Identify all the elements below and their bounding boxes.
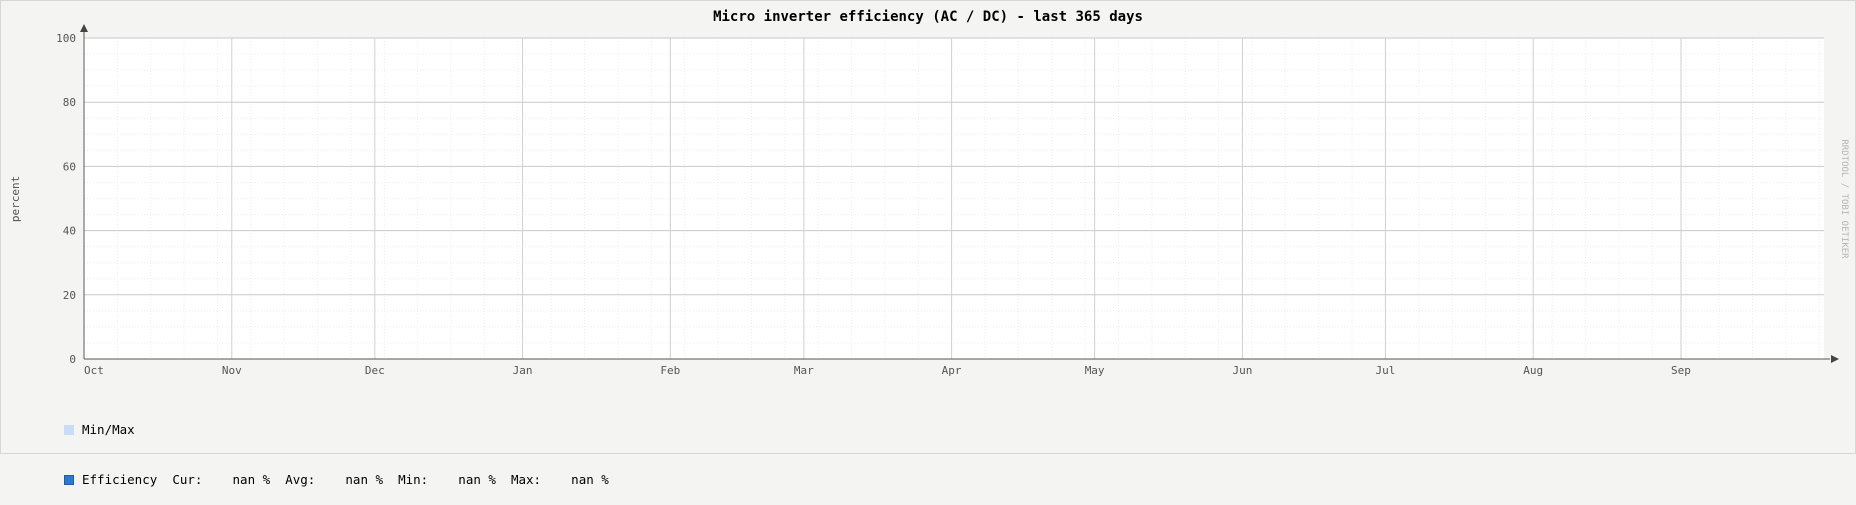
x-tick-label: Mar [794,364,814,377]
minmax-swatch [64,425,74,435]
x-tick-label: Nov [222,364,242,377]
y-tick-label: 60 [63,160,76,173]
y-tick-label: 0 [69,353,76,366]
efficiency-swatch [64,475,74,485]
y-tick-label: 80 [63,96,76,109]
legend: Min/Max Efficiency Cur: nan % Avg: nan %… [64,390,609,505]
x-tick-label: Jan [513,364,533,377]
plot-area [83,38,1824,359]
x-tick-label: Aug [1523,364,1543,377]
x-tick-label: Jun [1232,364,1252,377]
x-tick-label: Feb [660,364,680,377]
y-tick-label: 100 [56,32,76,45]
watermark: RRDTOOL / TOBI OETIKER [1839,139,1849,259]
x-tick-label: Dec [365,364,385,377]
chart-title: Micro inverter efficiency (AC / DC) - la… [713,9,1143,25]
y-axis-label: percent [9,176,22,222]
x-tick-label: May [1085,364,1105,377]
x-tick-label: Apr [942,364,962,377]
legend-minmax-label: Min/Max [82,422,135,437]
legend-item-minmax: Min/Max [64,420,609,440]
y-tick-label: 40 [63,225,76,238]
legend-item-efficiency: Efficiency Cur: nan % Avg: nan % Min: na… [64,470,609,490]
minor-gridlines [84,38,1824,359]
legend-efficiency-stats: Cur: nan % Avg: nan % Min: nan % Max: na… [157,472,609,487]
x-axis-arrow-icon [1831,355,1839,363]
legend-efficiency-label: Efficiency [82,472,158,487]
y-axis-arrow-icon [80,24,88,32]
x-tick-label: Sep [1671,364,1691,377]
y-tick-label: 20 [63,289,76,302]
y-tick-labels: 0 20 40 60 80 100 [56,32,76,366]
x-tick-label: Oct [84,364,104,377]
chart-canvas: 0 20 40 60 80 100 Oct Nov Dec Jan Feb Mar Apr May Jun… [9,9,1849,377]
x-tick-labels: Oct Nov Dec Jan Feb Mar Apr May Jun Jul Aug Sep [84,364,1691,377]
x-tick-label: Jul [1375,364,1395,377]
